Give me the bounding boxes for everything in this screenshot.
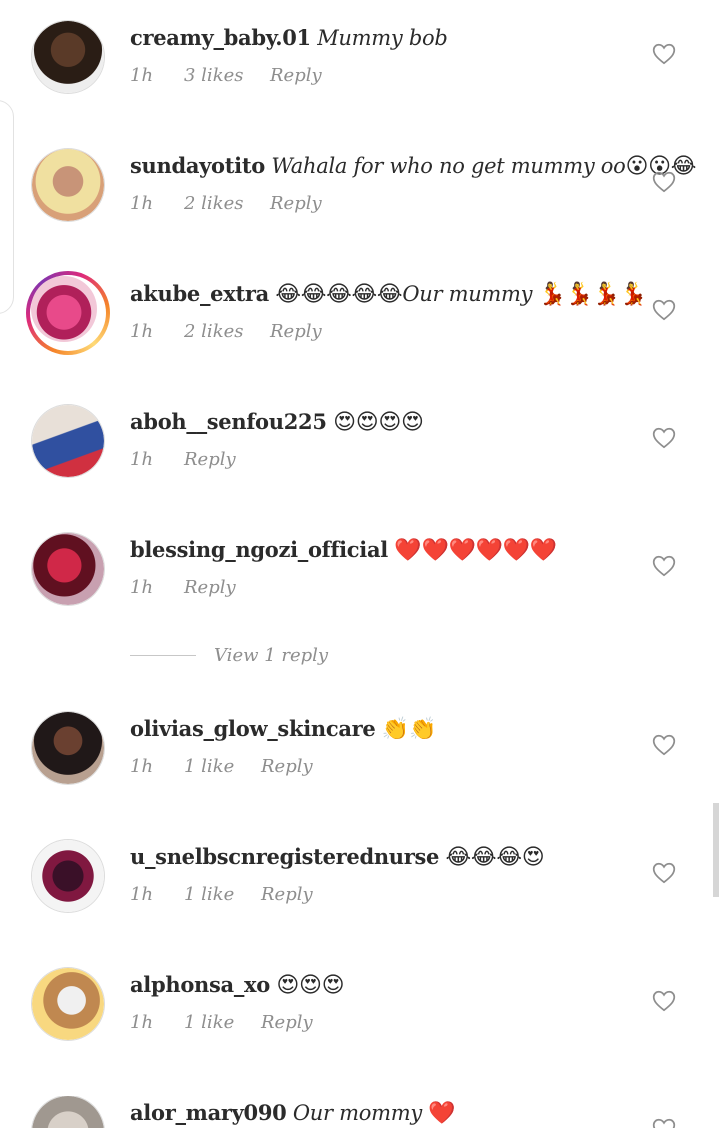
heart-outline-icon[interactable] (651, 732, 677, 758)
comment-meta: 1h 2 likes Reply (130, 193, 322, 214)
comment-time: 1h (130, 449, 154, 470)
heart-outline-icon[interactable] (651, 1116, 677, 1128)
comment-username[interactable]: aboh__senfou225 (130, 409, 327, 434)
comment-item: aboh__senfou225 😍😍😍😍 1h Reply (0, 405, 719, 533)
comment-likes[interactable]: 2 likes (184, 193, 270, 214)
comment-time: 1h (130, 321, 154, 342)
comment-line: blessing_ngozi_official ❤️❤️❤️❤️❤️❤️ (130, 537, 629, 563)
heart-outline-icon[interactable] (651, 297, 677, 323)
avatar[interactable] (32, 533, 104, 605)
reply-button[interactable]: Reply (184, 449, 236, 470)
comment-text: Our mummy (402, 282, 539, 306)
reply-button[interactable]: Reply (261, 884, 313, 905)
avatar[interactable] (32, 712, 104, 784)
comment-time: 1h (130, 884, 154, 905)
reply-button[interactable]: Reply (184, 577, 236, 598)
comment-item: alphonsa_xo 😍😍😍 1h 1 like Reply (0, 968, 719, 1096)
comment-meta: 1h 1 like Reply (130, 1012, 313, 1033)
comment-username[interactable]: creamy_baby.01 (130, 25, 311, 50)
reply-button[interactable]: Reply (270, 321, 322, 342)
comment-line: sundayotito Wahala for who no get mummy … (130, 153, 696, 179)
avatar[interactable] (32, 21, 104, 93)
view-replies-button[interactable]: View 1 reply (130, 645, 328, 669)
comment-emoji: ❤️❤️❤️❤️❤️❤️ (394, 538, 557, 563)
reply-button[interactable]: Reply (261, 756, 313, 777)
comment-likes[interactable]: 2 likes (184, 321, 270, 342)
heart-outline-icon[interactable] (651, 425, 677, 451)
comment-emoji: 👏👏 (381, 717, 437, 742)
comment-emoji: 😂😂😂😍 (445, 845, 545, 870)
comment-item: blessing_ngozi_official ❤️❤️❤️❤️❤️❤️ 1h R… (0, 533, 719, 661)
avatar[interactable] (32, 1096, 104, 1128)
comment-username[interactable]: olivias_glow_skincare (130, 716, 376, 741)
comment-text: Wahala for who no get mummy oo (271, 154, 626, 178)
comment-line: u_snelbscnregisterednurse 😂😂😂😍 (130, 844, 629, 870)
comment-meta: 1h Reply (130, 577, 236, 598)
view-replies-divider (130, 655, 196, 656)
comment-time: 1h (130, 1012, 154, 1033)
comment-username[interactable]: blessing_ngozi_official (130, 537, 388, 562)
comment-time: 1h (130, 577, 154, 598)
comment-emoji: 😍😍😍 (276, 973, 345, 998)
scrollbar-thumb[interactable] (713, 803, 719, 897)
heart-outline-icon[interactable] (651, 988, 677, 1014)
reply-button[interactable]: Reply (270, 65, 322, 86)
comment-emoji: 😍😍😍😍 (333, 410, 424, 435)
comment-meta: 1h 1 like Reply (130, 756, 313, 777)
comment-line: creamy_baby.01 Mummy bob (130, 25, 629, 50)
comment-likes[interactable]: 1 like (184, 1012, 261, 1033)
comment-item: alor_mary090 Our mommy ❤️ (0, 1096, 719, 1128)
comment-username[interactable]: alor_mary090 (130, 1100, 287, 1125)
comment-likes[interactable]: 1 like (184, 884, 261, 905)
avatar-story-ring[interactable] (26, 271, 110, 355)
comment-meta: 1h 3 likes Reply (130, 65, 322, 86)
comment-line: aboh__senfou225 😍😍😍😍 (130, 409, 629, 435)
comment-item: olivias_glow_skincare 👏👏 1h 1 like Reply (0, 712, 719, 840)
comment-line: akube_extra 😂😂😂😂😂Our mummy 💃💃💃💃 (130, 281, 647, 307)
comment-meta: 1h 2 likes Reply (130, 321, 322, 342)
comment-line: alphonsa_xo 😍😍😍 (130, 972, 629, 998)
comment-item: akube_extra 😂😂😂😂😂Our mummy 💃💃💃💃 1h 2 like… (0, 271, 719, 405)
comment-emoji: 💃💃💃💃 (538, 282, 648, 307)
comment-line: alor_mary090 Our mommy ❤️ (130, 1100, 629, 1126)
comment-likes[interactable]: 1 like (184, 756, 261, 777)
comment-item: u_snelbscnregisterednurse 😂😂😂😍 1h 1 like R… (0, 840, 719, 968)
comment-text: Our mommy (292, 1101, 422, 1125)
comment-username[interactable]: akube_extra (130, 281, 269, 306)
avatar[interactable] (32, 149, 104, 221)
comment-text: Mummy bob (317, 26, 448, 50)
comment-time: 1h (130, 756, 154, 777)
comment-username[interactable]: sundayotito (130, 153, 265, 178)
comment-username[interactable]: alphonsa_xo (130, 972, 270, 997)
comment-item: sundayotito Wahala for who no get mummy … (0, 149, 719, 277)
comment-line: olivias_glow_skincare 👏👏 (130, 716, 629, 742)
comment-time: 1h (130, 193, 154, 214)
heart-outline-icon[interactable] (651, 169, 677, 195)
avatar[interactable] (32, 840, 104, 912)
comment-emoji-prefix: 😂😂😂😂😂 (275, 282, 403, 307)
comment-time: 1h (130, 65, 154, 86)
heart-outline-icon[interactable] (651, 860, 677, 886)
heart-outline-icon[interactable] (651, 553, 677, 579)
reply-button[interactable]: Reply (261, 1012, 313, 1033)
comment-meta: 1h Reply (130, 449, 236, 470)
comment-item: creamy_baby.01 Mummy bob 1h 3 likes Reply (0, 21, 719, 149)
comment-meta: 1h 1 like Reply (130, 884, 313, 905)
avatar[interactable] (32, 405, 104, 477)
view-replies-label[interactable]: View 1 reply (214, 645, 328, 666)
reply-button[interactable]: Reply (270, 193, 322, 214)
comment-emoji: ❤️ (428, 1101, 456, 1126)
comment-username[interactable]: u_snelbscnregisterednurse (130, 844, 439, 869)
avatar[interactable] (32, 968, 104, 1040)
comment-likes[interactable]: 3 likes (184, 65, 270, 86)
heart-outline-icon[interactable] (651, 41, 677, 67)
